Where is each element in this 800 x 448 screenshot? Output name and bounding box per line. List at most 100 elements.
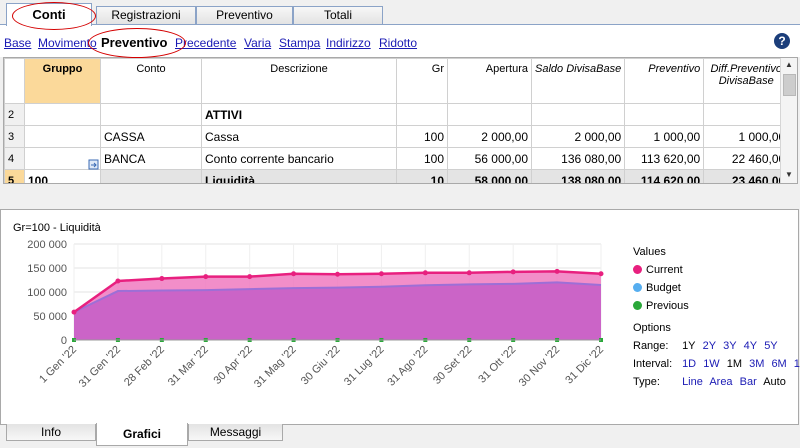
cell-link-icon[interactable]	[88, 159, 99, 170]
cell-gruppo[interactable]	[24, 125, 101, 148]
cell-descrizione[interactable]: ATTIVI	[201, 103, 397, 126]
row-number[interactable]: 3	[4, 125, 25, 148]
cell-conto[interactable]: BANCA	[100, 147, 202, 170]
cell-diff[interactable]: 22 460,00	[703, 147, 790, 170]
cell-descrizione[interactable]: Cassa	[201, 125, 397, 148]
legend-item-current[interactable]: Current	[633, 264, 683, 276]
cell-gr[interactable]: 100	[396, 125, 448, 148]
view-preventivo[interactable]: Preventivo	[101, 35, 167, 50]
table-row-selected[interactable]: 5 100 Liquidità 10 58 000,00 138 080,00 …	[4, 169, 790, 183]
row-number[interactable]: 2	[4, 103, 25, 126]
x-tick-label: 31 Gen '22	[77, 344, 123, 390]
x-tick-label: 31 Lug '22	[342, 344, 387, 389]
col-header-preventivo[interactable]: Preventivo	[624, 58, 705, 104]
cell-gruppo[interactable]	[24, 103, 101, 126]
tab-totali[interactable]: Totali	[293, 6, 383, 24]
interval-opt-1d[interactable]: 1D	[682, 358, 696, 370]
chart-panel: Gr=100 - Liquidità 0 50 000 100 000 150 000…	[0, 209, 800, 425]
interval-opt-1y[interactable]: 1Y	[794, 358, 800, 370]
legend-item-previous[interactable]: Previous	[633, 300, 689, 312]
view-base[interactable]: Base	[4, 36, 31, 50]
col-header-apertura[interactable]: Apertura	[447, 58, 532, 104]
view-precedente[interactable]: Precedente	[175, 36, 236, 50]
x-tick-label: 30 Set '22	[431, 344, 474, 387]
x-tick-label: 30 Apr '22	[212, 344, 255, 387]
cell-diff[interactable]: 23 460,00	[703, 169, 790, 183]
type-opt-auto[interactable]: Auto	[763, 376, 786, 388]
table-row[interactable]: 3 CASSA Cassa 100 2 000,00 2 000,00 1 00…	[4, 125, 790, 148]
legend-values-label: Values	[633, 246, 666, 258]
legend-item-budget[interactable]: Budget	[633, 282, 681, 294]
view-stampa[interactable]: Stampa	[279, 36, 320, 50]
table-scrollbar[interactable]: ▲ ▼	[780, 58, 797, 183]
type-opt-bar[interactable]: Bar	[740, 376, 757, 388]
row-number[interactable]: 5	[4, 169, 25, 183]
interval-opt-1w[interactable]: 1W	[703, 358, 720, 370]
col-header-conto[interactable]: Conto	[100, 58, 202, 104]
col-header-gr[interactable]: Gr	[396, 58, 448, 104]
view-movimento[interactable]: Movimento	[38, 36, 97, 50]
view-ridotto[interactable]: Ridotto	[379, 36, 417, 50]
tab-registrazioni[interactable]: Registrazioni	[96, 6, 196, 24]
cell-apertura[interactable]: 2 000,00	[447, 125, 532, 148]
data-point-current	[159, 276, 165, 282]
row-number[interactable]: 4	[4, 147, 25, 170]
interval-opt-6m[interactable]: 6M	[771, 358, 786, 370]
cell-preventivo[interactable]: 113 620,00	[624, 147, 705, 170]
cell-preventivo[interactable]	[624, 103, 705, 126]
range-opt-2y[interactable]: 2Y	[703, 340, 716, 352]
view-indirizzo[interactable]: Indirizzo	[326, 36, 371, 50]
col-header-descrizione[interactable]: Descrizione	[201, 58, 397, 104]
tab-conti[interactable]: Conti	[6, 3, 92, 26]
range-opt-3y[interactable]: 3Y	[723, 340, 736, 352]
cell-conto[interactable]	[100, 169, 202, 183]
cell-apertura[interactable]: 56 000,00	[447, 147, 532, 170]
cell-preventivo[interactable]: 1 000,00	[624, 125, 705, 148]
scroll-down-icon[interactable]: ▼	[781, 168, 797, 182]
table-row[interactable]: 4 BANCA Conto corrente bancario 100 56 0…	[4, 147, 790, 170]
cell-descrizione[interactable]: Conto corrente bancario	[201, 147, 397, 170]
y-tick-label: 200 000	[27, 239, 67, 251]
type-opt-area[interactable]: Area	[709, 376, 732, 388]
cell-apertura[interactable]: 58 000,00	[447, 169, 532, 183]
scroll-up-icon[interactable]: ▲	[781, 58, 797, 72]
cell-conto[interactable]: CASSA	[100, 125, 202, 148]
cell-saldo[interactable]: 136 080,00	[530, 147, 626, 170]
cell-saldo[interactable]	[530, 103, 626, 126]
table-row[interactable]: 2 ATTIVI	[4, 103, 790, 126]
data-point-current	[247, 274, 253, 280]
cell-gruppo[interactable]: 100	[24, 169, 101, 183]
x-tick-label: 31 Mag '22	[252, 344, 299, 391]
range-opt-4y[interactable]: 4Y	[744, 340, 757, 352]
range-opt-1y[interactable]: 1Y	[682, 340, 695, 352]
cell-descrizione[interactable]: Liquidità	[201, 169, 397, 183]
col-header-saldo[interactable]: Saldo DivisaBase	[530, 58, 626, 104]
cell-diff[interactable]	[703, 103, 790, 126]
cell-apertura[interactable]	[447, 103, 532, 126]
tab-info[interactable]: Info	[6, 424, 96, 441]
cell-diff[interactable]: 1 000,00	[703, 125, 790, 148]
help-icon[interactable]: ?	[774, 33, 790, 49]
interval-opt-3m[interactable]: 3M	[749, 358, 764, 370]
cell-saldo[interactable]: 2 000,00	[530, 125, 626, 148]
cell-preventivo[interactable]: 114 620,00	[624, 169, 705, 183]
cell-gr[interactable]: 10	[396, 169, 448, 183]
tab-preventivo[interactable]: Preventivo	[196, 6, 293, 24]
cell-gr[interactable]: 100	[396, 147, 448, 170]
col-header-diff[interactable]: Diff.Preventivo DivisaBase	[703, 58, 790, 104]
view-varia[interactable]: Varia	[244, 36, 271, 50]
scroll-thumb[interactable]	[783, 74, 796, 96]
chart-area: 050 000100 000150 000200 0001 Gen '2231 …	[27, 239, 606, 391]
cell-conto[interactable]	[100, 103, 202, 126]
interval-label: Interval:	[633, 358, 673, 370]
type-opt-line[interactable]: Line	[682, 376, 703, 388]
range-opt-5y[interactable]: 5Y	[764, 340, 777, 352]
tab-messaggi[interactable]: Messaggi	[188, 424, 283, 441]
tab-grafici[interactable]: Grafici	[96, 423, 188, 446]
cell-saldo[interactable]: 138 080,00	[530, 169, 626, 183]
header-row: Gruppo Conto Descrizione Gr Apertura Sal…	[4, 58, 790, 104]
cell-gr[interactable]	[396, 103, 448, 126]
interval-opt-1m[interactable]: 1M	[727, 358, 742, 370]
type-label: Type:	[633, 376, 660, 388]
col-header-gruppo[interactable]: Gruppo	[24, 58, 101, 104]
